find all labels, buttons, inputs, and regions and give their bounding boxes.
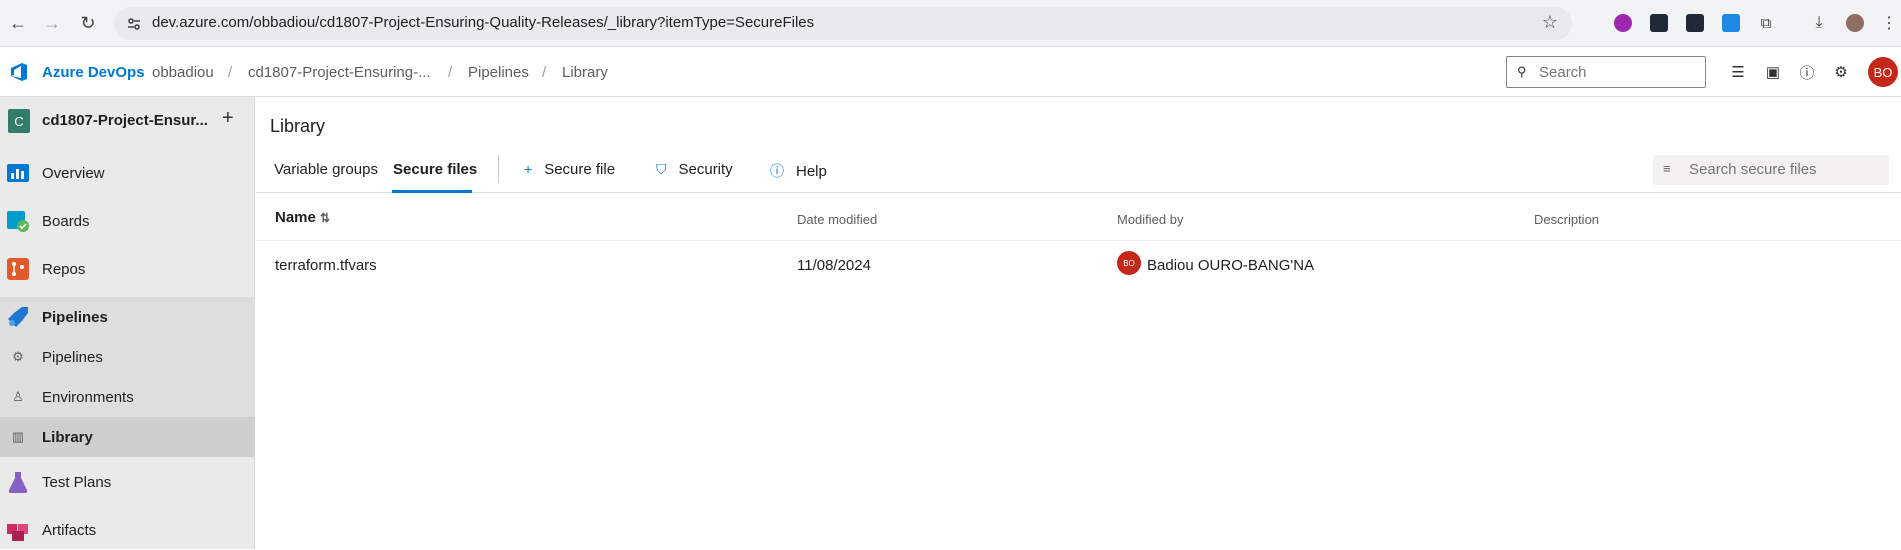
column-header-name[interactable]: Name ⇅ xyxy=(275,209,330,226)
sidebar-item-boards[interactable]: Boards xyxy=(0,201,255,241)
sidebar-item-label: Library xyxy=(42,429,93,446)
filter-box[interactable]: ≡ xyxy=(1653,155,1889,185)
search-icon: ⚲ xyxy=(1517,64,1527,79)
breadcrumb-separator: / xyxy=(542,64,547,81)
help-button[interactable]: ⓘ Help xyxy=(770,161,827,181)
pipelines-icon xyxy=(8,307,28,327)
sidebar-item-library[interactable]: ▥ Library xyxy=(0,417,255,457)
search-input[interactable] xyxy=(1537,62,1697,82)
url-text: dev.azure.com/obbadiou/cd1807-Project-En… xyxy=(152,14,815,31)
column-header-description[interactable]: Description xyxy=(1534,212,1599,227)
shield-icon: ⛉ xyxy=(656,161,667,177)
sidebar-item-repos[interactable]: Repos xyxy=(0,249,255,289)
table-row[interactable]: terraform.tfvars 11/08/2024 BO Badiou OU… xyxy=(256,241,1901,289)
divider xyxy=(498,155,499,183)
artifacts-icon xyxy=(7,524,28,541)
bookmark-star-icon[interactable]: ☆ xyxy=(1542,12,1558,33)
extension-icon[interactable] xyxy=(1650,14,1668,32)
breadcrumb-library[interactable]: Library xyxy=(562,64,608,81)
marketplace-bag-icon[interactable]: ▣ xyxy=(1762,61,1784,83)
project-header[interactable]: C cd1807-Project-Ensur... + xyxy=(0,97,255,145)
azure-devops-logo-icon[interactable] xyxy=(8,61,30,83)
tab-variable-groups[interactable]: Variable groups xyxy=(274,161,378,178)
environments-icon: ♙ xyxy=(12,389,24,404)
filter-input[interactable] xyxy=(1687,160,1877,179)
column-header-modified-by[interactable]: Modified by xyxy=(1117,212,1183,227)
sidebar-item-label: Test Plans xyxy=(42,474,112,491)
address-bar[interactable]: dev.azure.com/obbadiou/cd1807-Project-En… xyxy=(114,7,1572,40)
extension-icon[interactable] xyxy=(1722,14,1740,32)
project-name[interactable]: cd1807-Project-Ensur... xyxy=(42,112,208,129)
profile-avatar[interactable] xyxy=(1846,14,1864,32)
search-box[interactable]: ⚲ xyxy=(1506,56,1706,88)
help-icon: ⓘ xyxy=(770,163,784,179)
sidebar-item-pipelines[interactable]: Pipelines xyxy=(0,297,255,337)
security-button[interactable]: ⛉ Security xyxy=(656,161,733,178)
main-content: Library Variable groups Secure files + Se… xyxy=(256,97,1901,549)
work-items-icon[interactable]: ☰ xyxy=(1727,61,1749,83)
command-label: Help xyxy=(796,163,827,180)
modified-by: Badiou OURO-BANG'NA xyxy=(1147,257,1315,274)
column-header-date-modified[interactable]: Date modified xyxy=(797,212,877,227)
file-name[interactable]: terraform.tfvars xyxy=(275,257,377,274)
pipeline-sub-icon: ⚙ xyxy=(12,349,24,364)
brand-name[interactable]: Azure DevOps xyxy=(42,64,145,81)
download-icon[interactable]: ⤓ xyxy=(1810,14,1828,32)
command-label: Secure file xyxy=(544,161,616,178)
command-label: Security xyxy=(678,161,733,178)
sidebar-item-label: Overview xyxy=(42,165,105,182)
sidebar-item-test-plans[interactable]: Test Plans xyxy=(0,462,255,502)
repos-icon xyxy=(7,258,29,280)
test-plans-icon xyxy=(8,472,28,493)
user-avatar[interactable]: BO xyxy=(1868,57,1898,87)
sort-icon[interactable]: ⇅ xyxy=(320,211,330,225)
extension-icon[interactable] xyxy=(1614,14,1632,32)
breadcrumb-project[interactable]: cd1807-Project-Ensuring-... xyxy=(248,64,431,81)
sidebar-item-label: Pipelines xyxy=(42,309,108,326)
sidebar-item-overview[interactable]: Overview xyxy=(0,153,255,193)
project-sidebar: C cd1807-Project-Ensur... + Overview Boa… xyxy=(0,97,255,549)
tab-bar: Variable groups Secure files + Secure fil… xyxy=(256,153,1901,193)
reload-icon[interactable]: ↻ xyxy=(76,11,100,35)
filter-icon: ≡ xyxy=(1663,161,1671,176)
extensions-puzzle-icon[interactable]: ⧉ xyxy=(1757,14,1775,32)
sidebar-item-label: Environments xyxy=(42,389,134,406)
forward-icon[interactable]: → xyxy=(40,11,64,35)
sidebar-item-pipelines-sub[interactable]: ⚙ Pipelines xyxy=(0,337,255,377)
project-badge: C xyxy=(8,109,30,133)
plus-icon: + xyxy=(524,161,533,177)
sidebar-item-label: Artifacts xyxy=(42,522,97,539)
sidebar-item-label: Boards xyxy=(42,213,90,230)
user-settings-icon[interactable]: ⚙ xyxy=(1830,61,1852,83)
browser-menu-icon[interactable]: ⋮ xyxy=(1880,14,1898,32)
sidebar-item-label: Repos xyxy=(42,261,86,278)
help-icon[interactable]: ⓘ xyxy=(1796,61,1818,83)
breadcrumb-separator: / xyxy=(448,64,453,81)
add-secure-file-button[interactable]: + Secure file xyxy=(524,161,615,178)
user-avatar: BO xyxy=(1117,251,1141,275)
tab-secure-files[interactable]: Secure files xyxy=(393,161,477,178)
date-modified: 11/08/2024 xyxy=(797,257,871,274)
active-tab-indicator xyxy=(392,190,472,193)
boards-icon xyxy=(7,211,29,232)
back-icon[interactable]: ← xyxy=(6,11,30,35)
sidebar-item-environments[interactable]: ♙ Environments xyxy=(0,377,255,417)
extension-icon[interactable] xyxy=(1686,14,1704,32)
library-icon: ▥ xyxy=(11,429,25,444)
breadcrumb-pipelines[interactable]: Pipelines xyxy=(468,64,529,81)
overview-icon xyxy=(7,164,29,182)
breadcrumb-org[interactable]: obbadiou xyxy=(152,64,214,81)
breadcrumb-separator: / xyxy=(228,64,233,81)
column-label: Name xyxy=(275,209,316,226)
ado-header: Azure DevOps obbadiou / cd1807-Project-E… xyxy=(0,48,1901,97)
sidebar-item-label: Pipelines xyxy=(42,349,103,366)
sidebar-item-artifacts[interactable]: Artifacts xyxy=(0,510,255,550)
page-title: Library xyxy=(270,116,326,136)
site-settings-icon[interactable] xyxy=(126,16,142,32)
add-icon[interactable]: + xyxy=(222,107,234,130)
browser-toolbar: ← → ↻ dev.azure.com/obbadiou/cd1807-Proj… xyxy=(0,0,1901,47)
